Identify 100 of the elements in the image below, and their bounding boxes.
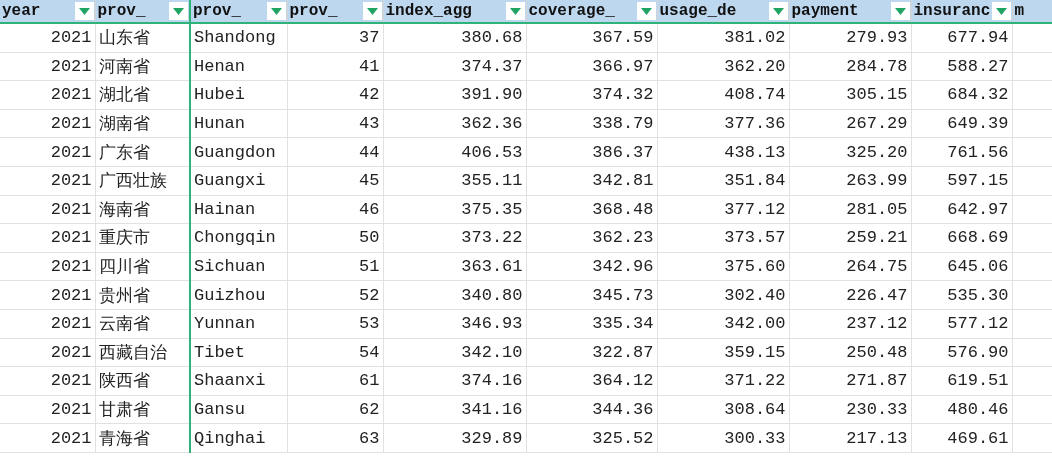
- table-cell: 344.36: [592, 400, 654, 419]
- table-cell: 588.27: [947, 56, 1009, 76]
- table-cell: 363.61: [461, 257, 523, 277]
- table-cell: 362.23: [592, 228, 654, 248]
- table-cell: 重庆市: [98, 229, 150, 249]
- table-cell: 2021: [50, 314, 92, 334]
- table-cell: 217.13: [846, 428, 908, 448]
- table-cell: 373.22: [461, 228, 523, 248]
- table-cell: 45: [359, 171, 380, 191]
- table-cell: 366.97: [592, 56, 654, 76]
- table-cell: 373.57: [724, 228, 786, 248]
- table-cell: 2021: [50, 428, 92, 448]
- table-cell: 广西壮族: [98, 172, 167, 192]
- table-cell: 37: [359, 28, 380, 48]
- table-cell: Guizhou: [194, 285, 266, 305]
- table-cell: 46: [359, 199, 380, 219]
- table-cell: 480.46: [947, 400, 1009, 419]
- filter-button[interactable]: [169, 2, 188, 20]
- table-cell: 619.51: [947, 371, 1009, 391]
- table-cell: 375.35: [461, 199, 523, 219]
- column-title: m: [1014, 2, 1025, 20]
- table-cell: 62: [359, 400, 380, 419]
- table-cell: 342.00: [724, 314, 786, 334]
- table-cell: Guangdon: [194, 142, 276, 162]
- table-cell: 2021: [50, 85, 92, 105]
- caret-icon: [78, 7, 90, 15]
- filter-button[interactable]: [768, 2, 788, 20]
- table-cell: Gansu: [194, 400, 245, 419]
- column-title: prov_: [289, 2, 338, 20]
- table-cell: 42: [359, 85, 380, 105]
- table-cell: Qinghai: [194, 428, 266, 448]
- table-cell: Hunan: [194, 114, 245, 134]
- caret-icon: [509, 7, 521, 15]
- table-cell: 263.99: [846, 171, 908, 191]
- filter-button[interactable]: [636, 2, 656, 20]
- column-title: prov_: [193, 2, 241, 20]
- table-cell: 61: [359, 371, 380, 391]
- table-cell: 山东省: [98, 29, 150, 49]
- table-cell: Sichuan: [194, 257, 266, 277]
- filter-button[interactable]: [266, 2, 286, 20]
- filter-button[interactable]: [505, 2, 525, 20]
- table-cell: 368.48: [592, 199, 654, 219]
- filter-button[interactable]: [991, 2, 1011, 20]
- table-cell: Guangxi: [194, 171, 266, 191]
- table-cell: 284.78: [846, 56, 908, 76]
- table-cell: 322.87: [592, 342, 654, 362]
- table-cell: Hainan: [194, 199, 256, 219]
- table-cell: 377.12: [724, 199, 786, 219]
- table-cell: 355.11: [461, 171, 523, 191]
- table-cell: 325.52: [592, 428, 654, 448]
- table-cell: 642.97: [947, 199, 1009, 219]
- caret-icon: [995, 7, 1007, 15]
- table-cell: 391.90: [461, 85, 523, 105]
- table-cell: 374.32: [592, 85, 654, 105]
- table-cell: 青海省: [98, 429, 150, 449]
- table-cell: 335.34: [592, 314, 654, 334]
- table-cell: 381.02: [724, 28, 786, 48]
- table-cell: 250.48: [846, 342, 908, 362]
- filter-button[interactable]: [74, 2, 94, 20]
- table-cell: 湖南省: [98, 115, 150, 135]
- table-cell: 362.20: [724, 56, 786, 76]
- table-cell: Shaanxi: [194, 371, 266, 391]
- filter-button[interactable]: [890, 2, 910, 20]
- table-cell: 44: [359, 142, 380, 162]
- table-cell: 469.61: [947, 428, 1009, 448]
- table-cell: 597.15: [947, 171, 1009, 191]
- table-cell: 408.74: [724, 85, 786, 105]
- table-cell: Henan: [194, 56, 245, 76]
- table-cell: 陕西省: [98, 372, 150, 392]
- table-cell: 308.64: [724, 400, 786, 419]
- table-cell: 279.93: [846, 28, 908, 48]
- table-cell: 259.21: [846, 228, 908, 248]
- table-cell: 2021: [50, 400, 92, 419]
- table-cell: 329.89: [461, 428, 523, 448]
- table-cell: 贵州省: [98, 286, 150, 306]
- table-cell: 230.33: [846, 400, 908, 419]
- column-title: coverage_: [528, 2, 615, 20]
- table-cell: 264.75: [846, 257, 908, 277]
- table-cell: 2021: [50, 28, 92, 48]
- table-cell: 226.47: [846, 285, 908, 305]
- column-title: insuranc: [913, 2, 991, 20]
- caret-icon: [366, 7, 378, 15]
- table-cell: 52: [359, 285, 380, 305]
- table-cell: 684.32: [947, 85, 1009, 105]
- table-cell: Hubei: [194, 85, 245, 105]
- table-cell: 359.15: [724, 342, 786, 362]
- table-cell: 362.36: [461, 114, 523, 134]
- filter-button[interactable]: [362, 2, 382, 20]
- table-cell: 云南省: [98, 315, 150, 335]
- column-title: payment: [791, 2, 859, 20]
- table-cell: 237.12: [846, 314, 908, 334]
- table-cell: 302.40: [724, 285, 786, 305]
- table-cell: 305.15: [846, 85, 908, 105]
- table-cell: 645.06: [947, 257, 1009, 277]
- table-cell: 340.80: [461, 285, 523, 305]
- table-cell: 649.39: [947, 114, 1009, 134]
- caret-icon: [640, 7, 652, 15]
- caret-icon: [894, 7, 906, 15]
- table-cell: Shandong: [194, 28, 276, 48]
- table-cell: 406.53: [461, 142, 523, 162]
